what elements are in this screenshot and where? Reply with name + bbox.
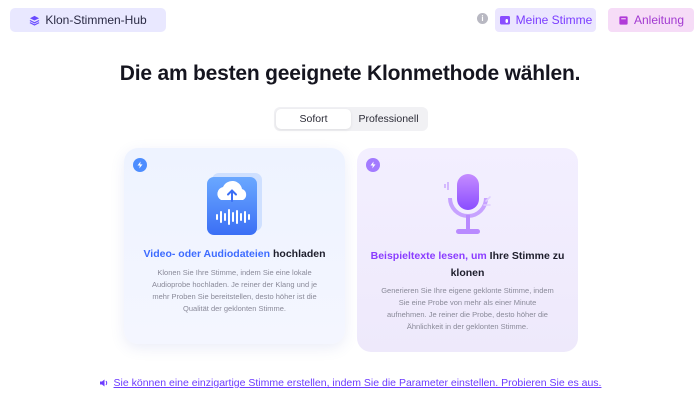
tab-professional[interactable]: Professionell <box>351 109 426 129</box>
read-card-heading-highlight: Beispieltexte lesen, um <box>370 250 487 262</box>
lightning-icon <box>366 158 380 172</box>
speaker-icon <box>99 379 107 387</box>
layers-icon <box>29 15 40 26</box>
upload-files-card[interactable]: Video- oder Audiodateien hochladen Klone… <box>124 148 345 344</box>
upload-card-heading: Video- oder Audiodateien hochladen <box>132 246 337 263</box>
read-card-heading: Beispieltexte lesen, um Ihre Stimme zu k… <box>365 248 570 282</box>
read-card-description: Generieren Sie Ihre eigene geklonte Stim… <box>381 286 554 331</box>
parameter-voice-link[interactable]: Sie können eine einzigartige Stimme erst… <box>0 377 700 389</box>
book-icon <box>619 15 628 25</box>
lightning-icon <box>133 158 147 172</box>
voice-folder-icon <box>499 16 510 25</box>
info-icon[interactable]: i <box>477 13 488 24</box>
tab-instant[interactable]: Sofort <box>276 109 351 129</box>
upload-card-heading-rest: hochladen <box>270 248 326 260</box>
guide-label: Anleitung <box>633 13 685 27</box>
parameter-voice-link-text[interactable]: Sie können eine einzigartige Stimme erst… <box>114 377 602 389</box>
cloud-upload-audio-icon <box>207 173 262 235</box>
hub-button-label: Klon-Stimmen-Hub <box>45 13 147 27</box>
page-title: Die am besten geeignete Klonmethode wähl… <box>119 62 581 85</box>
my-voice-button[interactable]: Meine Stimme <box>495 8 596 32</box>
read-sample-text-card[interactable]: Beispieltexte lesen, um Ihre Stimme zu k… <box>357 148 578 352</box>
method-tabs: Sofort Professionell <box>274 107 428 131</box>
upload-card-heading-highlight: Video- oder Audiodateien <box>143 248 271 260</box>
voice-clone-hub-button[interactable]: Klon-Stimmen-Hub <box>10 8 166 32</box>
my-voice-label: Meine Stimme <box>515 13 593 27</box>
microphone-icon <box>444 174 491 234</box>
upload-card-description: Klonen Sie Ihre Stimme, indem Sie eine l… <box>151 268 318 313</box>
guide-button[interactable]: Anleitung <box>608 8 694 32</box>
